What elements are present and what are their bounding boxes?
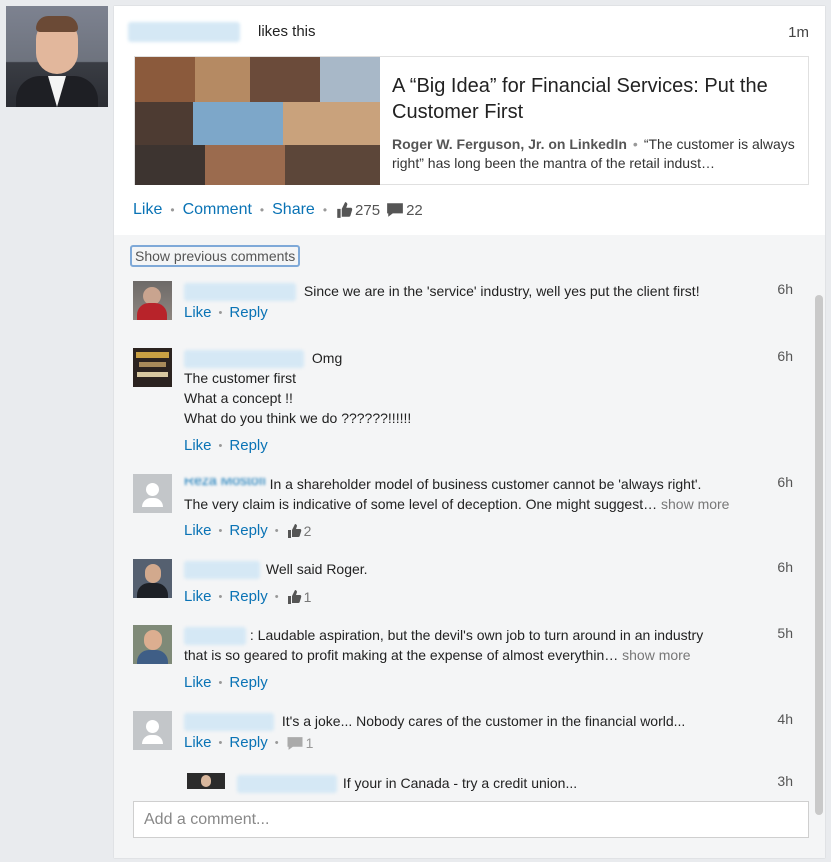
comment-text: If your in Canada - try a credit union..… — [342, 775, 578, 791]
separator-dot: • — [218, 591, 223, 604]
thumbs-up-icon — [287, 590, 301, 605]
feed-card: likes this 1m A “Big Idea” for Financial… — [114, 6, 825, 858]
show-more-link[interactable]: show more — [661, 496, 729, 512]
comment-reply-button[interactable]: Reply — [229, 521, 267, 541]
comment-reply-button[interactable]: Reply — [229, 673, 267, 693]
comment-like-button[interactable]: Like — [184, 303, 212, 323]
comments-section: Show previous comments Since we are in t… — [114, 235, 825, 858]
commenter-name-redacted[interactable] — [184, 713, 274, 732]
comment-text: It's a joke... Nobody cares of the custo… — [281, 713, 686, 729]
comment-time: 6h — [777, 281, 793, 297]
separator-dot: • — [218, 677, 223, 690]
comments-scrollbar[interactable] — [815, 295, 823, 815]
share-button[interactable]: Share — [272, 201, 315, 219]
comment-time: 5h — [777, 625, 793, 641]
comment-reply-button[interactable]: Reply — [229, 303, 267, 323]
speech-bubble-icon — [287, 736, 303, 750]
commenter-avatar[interactable] — [133, 559, 172, 598]
commenter-avatar[interactable] — [133, 474, 172, 513]
comment-text-line: The customer first — [184, 370, 297, 387]
comment-text-line: : Laudable aspiration, but the devil's o… — [249, 627, 704, 643]
commenter-avatar[interactable] — [133, 711, 172, 750]
commenter-name-redacted[interactable] — [184, 627, 246, 646]
comment-like-button[interactable]: Like — [184, 587, 212, 607]
speech-bubble-icon — [387, 203, 403, 217]
comment-text-line: What a concept !! — [184, 390, 293, 407]
generic-user-icon — [133, 711, 172, 750]
post-actions: Like • Comment • Share • 275 22 — [133, 199, 423, 221]
article-preview[interactable]: A “Big Idea” for Financial Services: Put… — [134, 56, 809, 185]
comment-like-button[interactable]: Like — [184, 673, 212, 693]
likes-this-text: likes this — [258, 23, 316, 40]
comment-like-button[interactable]: Like — [184, 436, 212, 456]
comment-time: 4h — [777, 711, 793, 727]
poster-avatar[interactable] — [6, 6, 108, 107]
separator-dot: • — [322, 203, 328, 217]
comment-reply-button[interactable]: Reply — [229, 436, 267, 456]
comment-text: Since we are in the 'service' industry, … — [303, 283, 700, 299]
liker-name-redacted[interactable] — [128, 22, 240, 42]
comment-like-button[interactable]: Like — [184, 733, 212, 753]
comment-text-line: that is so geared to profit making at th… — [184, 647, 619, 664]
comment-text-line: In a shareholder model of business custo… — [269, 476, 702, 492]
separator-dot: • — [274, 737, 279, 750]
commenter-name-redacted[interactable] — [184, 350, 304, 369]
separator-dot: • — [218, 525, 223, 537]
article-source[interactable]: Roger W. Ferguson, Jr. on LinkedIn — [392, 136, 627, 152]
comment-text-line: What do you think we do ??????!!!!!! — [184, 410, 412, 427]
commenter-name-redacted[interactable] — [184, 283, 296, 302]
article-source-line: Roger W. Ferguson, Jr. on LinkedIn • “The … — [392, 135, 797, 173]
separator-dot: • — [274, 525, 279, 537]
separator-dot: • — [274, 591, 279, 604]
commenter-avatar[interactable] — [133, 625, 172, 664]
activity-header: likes this 1m — [128, 22, 811, 44]
commenter-name-partial[interactable]: Reza Mostofi — [184, 478, 266, 488]
commenter-avatar[interactable] — [133, 281, 172, 320]
commenter-avatar[interactable] — [187, 773, 225, 789]
add-comment-input[interactable] — [133, 801, 809, 838]
comment-reply-button[interactable]: Reply — [229, 733, 267, 753]
thumbs-up-icon — [337, 202, 353, 218]
comment-reply-button[interactable]: Reply — [229, 587, 267, 607]
like-count[interactable]: 275 — [335, 201, 380, 219]
comment-time: 3h — [777, 773, 793, 789]
show-more-link[interactable]: show more — [622, 647, 690, 663]
activity-time: 1m — [788, 24, 809, 41]
comment-like-count[interactable]: 1 — [286, 587, 311, 607]
comment-count[interactable]: 22 — [386, 202, 423, 219]
comment-time: 6h — [777, 474, 793, 490]
separator-dot: • — [218, 440, 223, 453]
comment-reply-count[interactable]: 1 — [286, 733, 313, 753]
commenter-avatar[interactable] — [133, 348, 172, 387]
separator-dot: • — [632, 136, 638, 152]
comment-text: Well said Roger. — [265, 561, 368, 577]
show-previous-comments-button[interactable]: Show previous comments — [130, 245, 301, 267]
separator-dot: • — [259, 203, 265, 217]
comment-text-line: The very claim is indicative of some lev… — [184, 496, 658, 512]
article-thumbnail[interactable] — [135, 57, 380, 185]
comment-time: 6h — [777, 348, 793, 364]
separator-dot: • — [218, 307, 223, 320]
generic-user-icon — [133, 474, 172, 513]
comment-like-button[interactable]: Like — [184, 521, 212, 541]
comment-like-count[interactable]: 2 — [286, 521, 311, 541]
like-button[interactable]: Like — [133, 201, 162, 219]
comment-text-line: Omg — [311, 350, 343, 366]
comment-button[interactable]: Comment — [183, 201, 252, 219]
separator-dot: • — [170, 203, 175, 217]
thumbs-up-icon — [287, 524, 301, 538]
commenter-name-redacted[interactable] — [237, 775, 337, 794]
article-title[interactable]: A “Big Idea” for Financial Services: Put… — [392, 73, 802, 125]
separator-dot: • — [218, 737, 223, 750]
comment-time: 6h — [777, 559, 793, 575]
commenter-name-redacted[interactable] — [184, 561, 260, 580]
